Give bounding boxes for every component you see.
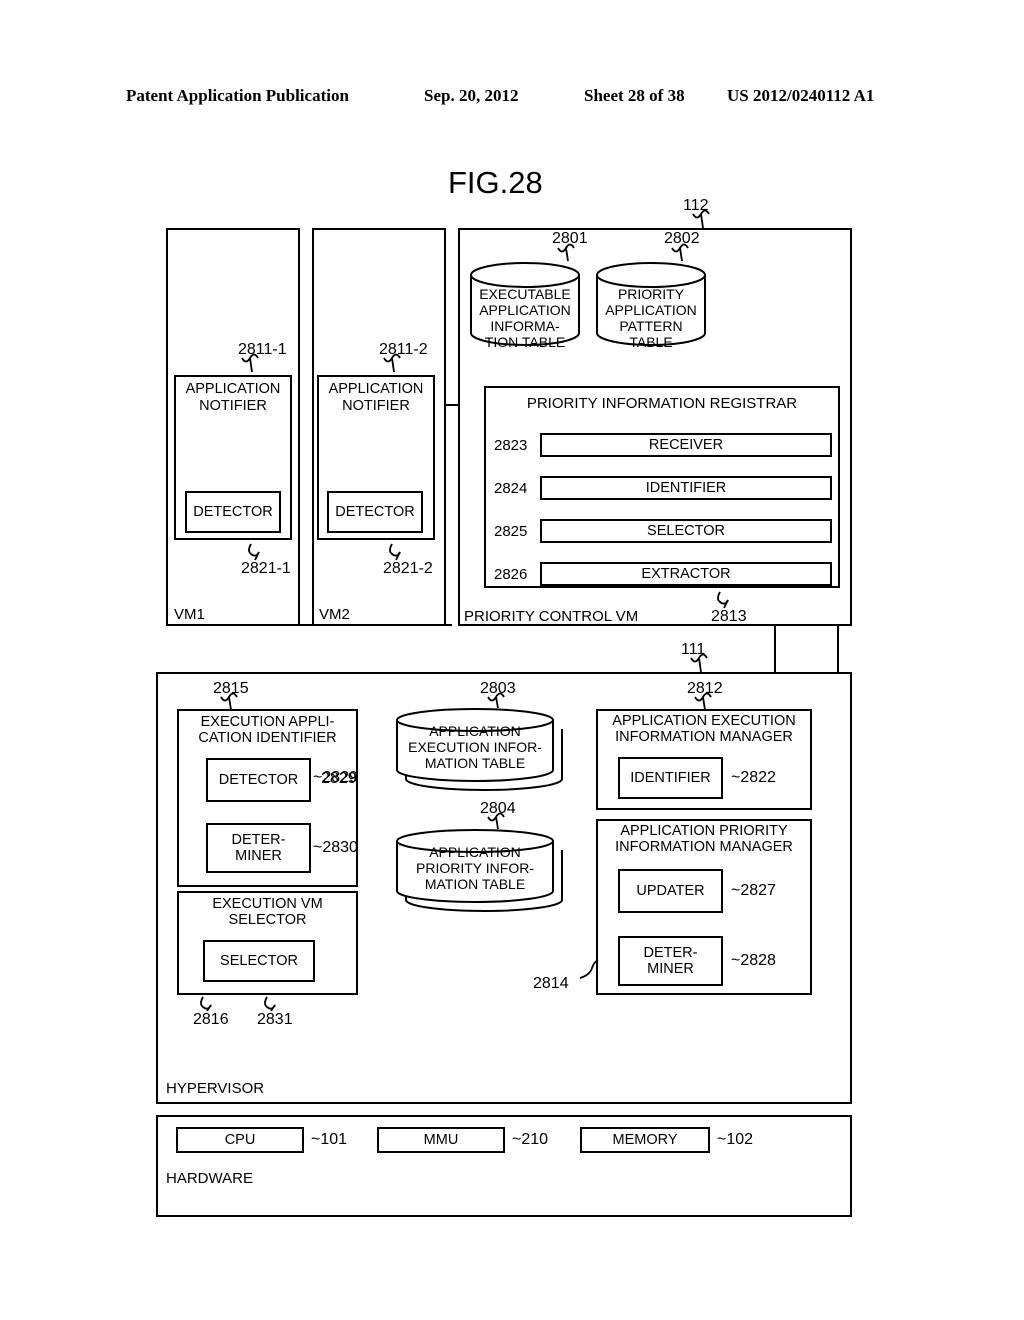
application-priority-information-manager-ref: 2814 [533,975,569,992]
evs-selector-ref: 2831 [257,1011,293,1028]
vm1-caption: VM1 [174,606,205,623]
hardware-memory: MEMORY [580,1127,710,1153]
priority-control-vm-caption: PRIORITY CONTROL VM [464,608,639,625]
eai-determiner-label: DETER- MINER [231,832,286,864]
application-priority-information-table: APPLICATION PRIORITY INFOR- MATION TABLE [396,828,578,912]
selector-ref: 2825 [494,523,528,540]
application-priority-information-table-ref: 2804 [480,800,516,817]
execution-application-identifier-title: EXECUTION APPLI- CATION IDENTIFIER [198,714,337,746]
registrar-selector: SELECTOR [540,519,832,543]
eai-determiner-ref-text: ~2830 [313,839,358,856]
apim-determiner-ref-text: ~2828 [731,952,776,969]
executable-application-information-table-ref: 2801 [552,230,588,247]
apim-determiner-label: DETER- MINER [643,945,698,977]
apim-updater-label: UPDATER [636,883,705,899]
hardware-cpu-label: CPU [224,1132,256,1148]
application-execution-information-table-label: APPLICATION EXECUTION INFOR- MATION TABL… [408,723,542,771]
header-sheet: Sheet 28 of 38 [584,86,685,105]
application-execution-information-manager-ref: 2812 [687,680,723,697]
hardware-mmu-ref-text: ~210 [512,1131,549,1148]
priority-control-vm-ref: 112 [683,197,709,214]
execution-vm-selector-selector: SELECTOR [203,940,315,982]
figure-title: FIG.28 [448,165,543,200]
header-patent-number: US 2012/0240112 A1 [727,86,875,105]
apim-updater: UPDATER [618,869,723,913]
aeim-identifier-label: IDENTIFIER [630,770,711,786]
apim-title: APPLICATION PRIORITY INFORMATION MANAGER [615,823,793,855]
priority-information-registrar-title: PRIORITY INFORMATION REGISTRAR [526,395,798,412]
aeim-identifier-ref-text: ~2822 [731,769,776,786]
eai-detector-label: DETECTOR [218,772,299,788]
hardware-mmu: MMU [377,1127,505,1153]
extractor-label: EXTRACTOR [641,566,731,582]
priority-application-pattern-table-label: PRIORITY APPLICATION PATTERN TABLE [605,286,697,350]
application-execution-information-table-ref: 2803 [480,680,516,697]
executable-application-information-table: EXECUTABLE APPLICATION INFORMA- TION TAB… [470,262,580,350]
selector-label: SELECTOR [647,523,725,539]
execution-application-identifier-detector: DETECTOR [206,758,311,802]
hardware-memory-ref-text: ~102 [717,1131,754,1148]
hardware-mmu-label: MMU [423,1132,459,1148]
hardware-caption: HARDWARE [166,1170,253,1187]
execution-vm-selector-title: EXECUTION VM SELECTOR [212,896,323,928]
vm2-notifier-ref: 2811-2 [379,341,428,358]
application-execution-information-table: APPLICATION EXECUTION INFOR- MATION TABL… [396,707,578,791]
vm1-detector-ref: 2821-1 [241,560,291,577]
hardware-memory-label: MEMORY [612,1132,678,1148]
application-priority-information-table-label: APPLICATION PRIORITY INFOR- MATION TABLE [416,844,534,892]
vm2-caption: VM2 [319,606,350,623]
hypervisor-caption: HYPERVISOR [166,1080,265,1097]
hypervisor-ref: 111 [681,641,706,658]
registrar-identifier: IDENTIFIER [540,476,832,500]
vm1-detector-label: DETECTOR [193,504,273,520]
aeim-identifier: IDENTIFIER [618,757,723,799]
vm2-detector-label: DETECTOR [335,504,415,520]
vm1-detector: DETECTOR [185,491,281,533]
page-header: Patent Application Publication Sep. 20, … [0,86,1024,110]
vm1-notifier-ref: 2811-1 [238,341,287,358]
vm1-notifier-label: APPLICATION NOTIFIER [185,381,281,414]
apim-updater-ref-text: ~2827 [731,882,776,899]
apim-determiner: DETER- MINER [618,936,723,986]
header-date: Sep. 20, 2012 [424,86,519,105]
receiver-label: RECEIVER [648,437,724,453]
priority-information-registrar-ref: 2813 [711,608,747,625]
hardware-cpu-ref-text: ~101 [311,1131,348,1148]
vm2-detector: DETECTOR [327,491,423,533]
executable-application-information-table-label: EXECUTABLE APPLICATION INFORMA- TION TAB… [479,286,571,350]
priority-application-pattern-table-ref: 2802 [664,230,700,247]
patent-figure-sheet: Patent Application Publication Sep. 20, … [0,0,1024,1320]
identifier-ref: 2824 [494,480,528,497]
execution-application-identifier-ref: 2815 [213,680,249,697]
aeim-title: APPLICATION EXECUTION INFORMATION MANAGE… [612,713,796,745]
eai-detector-ref-text: ~2829 [313,769,358,786]
hardware-cpu: CPU [176,1127,304,1153]
execution-vm-selector-ref: 2816 [193,1011,229,1028]
registrar-receiver: RECEIVER [540,433,832,457]
identifier-label: IDENTIFIER [645,480,727,496]
evs-selector-label: SELECTOR [220,953,298,969]
vm2-notifier-label: APPLICATION NOTIFIER [328,381,424,414]
extractor-ref: 2826 [494,566,528,583]
priority-application-pattern-table: PRIORITY APPLICATION PATTERN TABLE [596,262,706,350]
header-publication: Patent Application Publication [126,86,349,105]
vm2-detector-ref: 2821-2 [383,560,433,577]
execution-application-identifier-determiner: DETER- MINER [206,823,311,873]
registrar-extractor: EXTRACTOR [540,562,832,586]
receiver-ref: 2823 [494,437,528,454]
